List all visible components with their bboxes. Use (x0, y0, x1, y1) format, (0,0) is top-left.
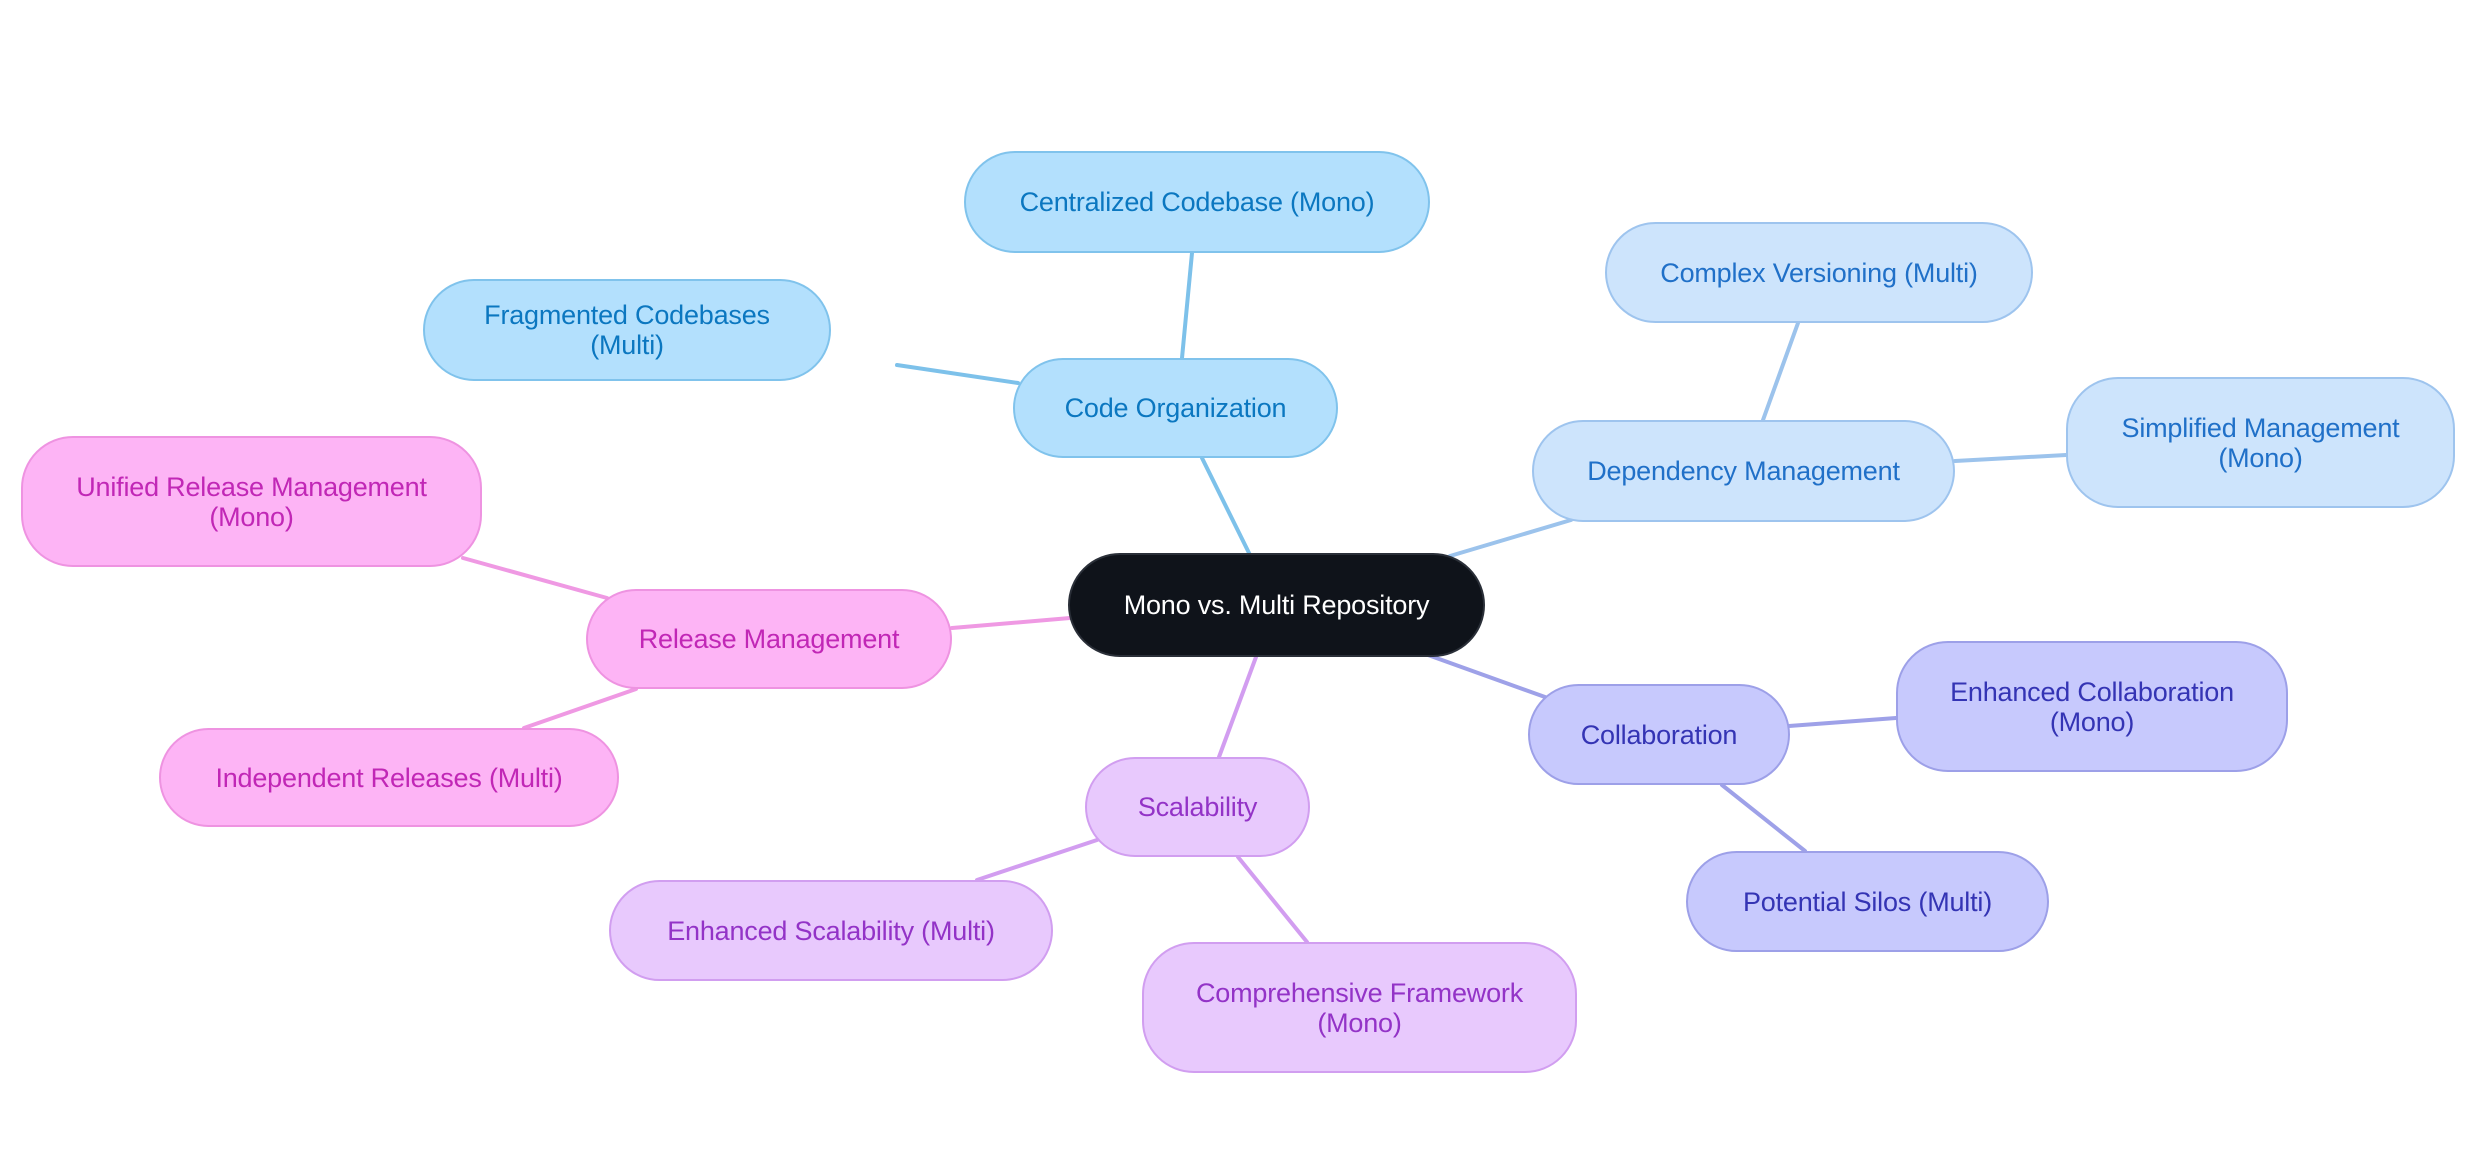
root-node-label: Mono vs. Multi Repository (1123, 590, 1430, 620)
node-independent-releases[interactable]: Independent Releases (Multi) (159, 728, 619, 827)
node-centralized-codebase[interactable]: Centralized Codebase (Mono) (964, 151, 1430, 253)
edge-root-code-organization (1200, 456, 1252, 557)
node-code-organization[interactable]: Code Organization (1013, 358, 1338, 458)
edge-root-collaboration (1426, 653, 1547, 699)
node-label: Scalability (1137, 792, 1258, 822)
edge-root-release-management (950, 616, 1072, 630)
node-complex-versioning[interactable]: Complex Versioning (Multi) (1605, 222, 2033, 323)
node-collaboration[interactable]: Collaboration (1528, 684, 1790, 785)
edge-code-organization-centralized-codebase (1180, 251, 1194, 360)
node-enhanced-collaboration[interactable]: Enhanced Collaboration (Mono) (1896, 641, 2288, 772)
node-release-management[interactable]: Release Management (586, 589, 952, 689)
node-label: Centralized Codebase (Mono) (1019, 187, 1375, 217)
node-label: Simplified Management (Mono) (2121, 412, 2400, 473)
node-scalability[interactable]: Scalability (1085, 757, 1310, 857)
edge-collaboration-enhanced-collaboration (1787, 716, 1898, 728)
node-label: Potential Silos (Multi) (1743, 886, 1992, 917)
node-label: Complex Versioning (Multi) (1660, 257, 1978, 288)
node-dependency-management[interactable]: Dependency Management (1532, 420, 1955, 522)
node-label: Enhanced Scalability (Multi) (667, 915, 995, 946)
node-enhanced-scalability[interactable]: Enhanced Scalability (Multi) (609, 880, 1053, 981)
edge-scalability-enhanced-scalability (975, 838, 1099, 882)
node-label: Release Management (638, 624, 900, 654)
node-label: Comprehensive Framework (Mono) (1195, 977, 1523, 1038)
edge-code-organization-fragmented-codebases (895, 363, 1020, 385)
node-simplified-management[interactable]: Simplified Management (Mono) (2066, 377, 2455, 508)
edge-scalability-comprehensive-framework (1236, 855, 1309, 944)
edge-root-scalability (1217, 655, 1258, 759)
edge-dependency-management-simplified-management (1953, 453, 2068, 463)
node-comprehensive-framework[interactable]: Comprehensive Framework (Mono) (1142, 942, 1577, 1073)
node-label: Unified Release Management (Mono) (76, 471, 427, 532)
node-label: Code Organization (1064, 393, 1287, 423)
edge-root-dependency-management (1448, 518, 1573, 558)
node-fragmented-codebases[interactable]: Fragmented Codebases (Multi) (423, 279, 831, 381)
edge-release-management-unified-release-management (461, 556, 609, 600)
mind-map-canvas: Mono vs. Multi Repository Code Organizat… (0, 0, 2471, 1169)
node-potential-silos[interactable]: Potential Silos (Multi) (1686, 851, 2049, 952)
node-label: Fragmented Codebases (Multi) (484, 300, 770, 360)
edge-collaboration-potential-silos (1720, 783, 1807, 853)
edge-release-management-independent-releases (522, 687, 638, 730)
root-node[interactable]: Mono vs. Multi Repository (1068, 553, 1485, 657)
node-label: Dependency Management (1587, 456, 1900, 486)
node-label: Enhanced Collaboration (Mono) (1950, 676, 2234, 737)
node-unified-release-management[interactable]: Unified Release Management (Mono) (21, 436, 482, 567)
edge-dependency-management-complex-versioning (1761, 321, 1800, 422)
node-label: Independent Releases (Multi) (215, 762, 563, 793)
node-label: Collaboration (1580, 719, 1738, 750)
